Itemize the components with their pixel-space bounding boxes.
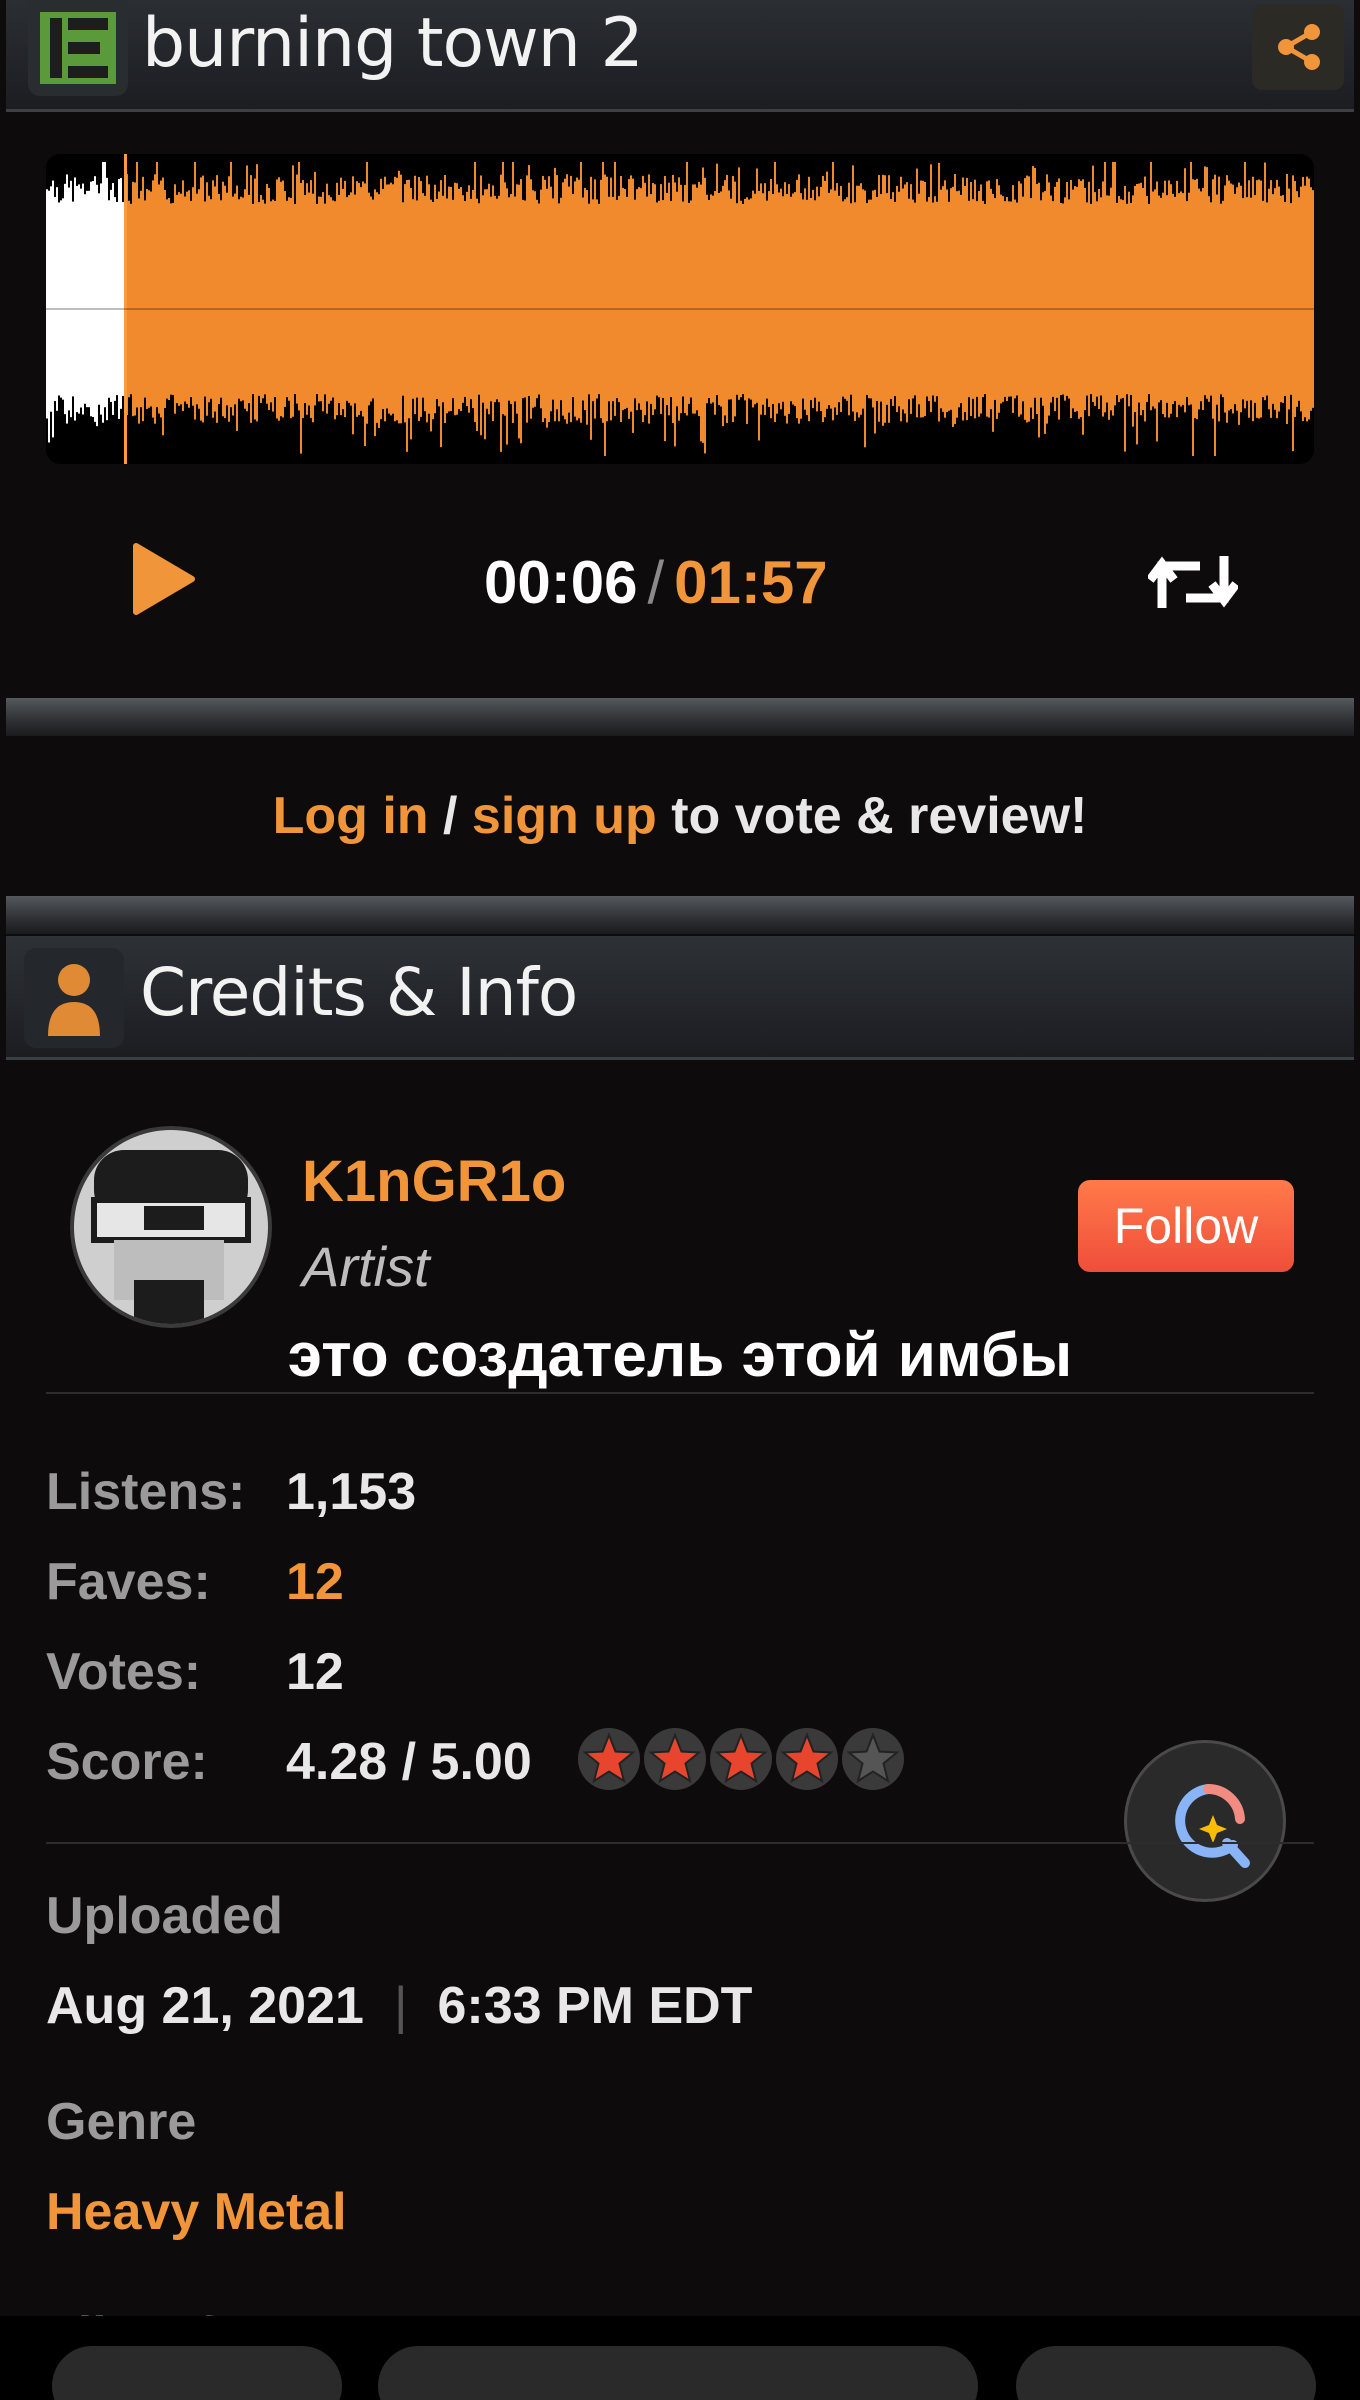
nav-recents-button[interactable] — [1016, 2346, 1316, 2400]
system-nav-bar — [0, 2316, 1360, 2400]
star-filled-icon — [578, 1728, 640, 1790]
artist-role: Artist — [302, 1235, 430, 1298]
share-icon — [1278, 24, 1320, 70]
share-button[interactable] — [1252, 4, 1344, 90]
signup-link[interactable]: sign up — [472, 787, 657, 845]
login-prompt: Log in / sign up to vote & review! — [0, 786, 1360, 846]
star-rating — [578, 1728, 904, 1790]
uploaded-label: Uploaded — [46, 1887, 283, 1945]
artist-name[interactable]: K1nGR1o — [302, 1148, 566, 1215]
login-separator: / — [428, 787, 472, 845]
time-separator: / — [647, 549, 665, 616]
score-label: Score: — [46, 1733, 208, 1791]
play-button[interactable] — [132, 542, 196, 621]
star-empty-icon — [842, 1728, 904, 1790]
faves-value[interactable]: 12 — [286, 1552, 344, 1612]
uploaded-date: Aug 21, 2021 — [46, 1977, 364, 2035]
section-divider — [6, 896, 1354, 934]
player-controls: 00:06/01:57 — [0, 520, 1360, 640]
listens-label: Listens: — [46, 1463, 246, 1521]
credits-header: Credits & Info — [6, 936, 1354, 1060]
follow-button[interactable]: Follow — [1078, 1180, 1294, 1272]
lens-search-button[interactable] — [1124, 1740, 1286, 1902]
song-title: burning town 2 — [142, 4, 644, 83]
genre-label: Genre — [46, 2093, 197, 2151]
person-icon — [24, 948, 124, 1048]
uploaded-time: 6:33 PM EDT — [437, 1977, 753, 2035]
avatar[interactable] — [70, 1126, 272, 1328]
star-filled-icon — [644, 1728, 706, 1790]
divider — [46, 1392, 1314, 1394]
genre-link[interactable]: Heavy Metal — [46, 2182, 347, 2242]
lens-icon — [1175, 1783, 1250, 1868]
waveform-graphic — [46, 154, 1314, 464]
total-time: 01:57 — [674, 549, 828, 616]
score-value: 4.28 / 5.00 — [286, 1733, 532, 1791]
faves-label: Faves: — [46, 1553, 211, 1611]
newgrounds-logo-icon[interactable] — [28, 0, 128, 96]
star-filled-icon — [776, 1728, 838, 1790]
nav-home-button[interactable] — [378, 2346, 978, 2400]
elapsed-time: 00:06 — [484, 549, 638, 616]
star-filled-icon — [710, 1728, 772, 1790]
credits-title: Credits & Info — [140, 954, 578, 1031]
song-header: burning town 2 — [6, 0, 1354, 112]
loop-icon — [1146, 556, 1240, 608]
uploaded-value: Aug 21, 2021 | 6:33 PM EDT — [46, 1976, 752, 2036]
login-prompt-text: to vote & review! — [656, 787, 1088, 845]
playback-time: 00:06/01:57 — [484, 548, 828, 617]
loop-button[interactable] — [1146, 552, 1240, 617]
votes-value: 12 — [286, 1643, 344, 1701]
section-divider — [6, 698, 1354, 736]
overlay-caption: это создатель этой имбы — [287, 1321, 1073, 1390]
login-link[interactable]: Log in — [273, 787, 429, 845]
waveform-seekbar[interactable] — [46, 154, 1314, 464]
uploaded-separator: | — [393, 1977, 408, 2035]
votes-label: Votes: — [46, 1643, 202, 1701]
nav-back-button[interactable] — [52, 2346, 342, 2400]
listens-value: 1,153 — [286, 1463, 417, 1521]
play-icon — [133, 543, 195, 615]
divider — [46, 1842, 1314, 1844]
